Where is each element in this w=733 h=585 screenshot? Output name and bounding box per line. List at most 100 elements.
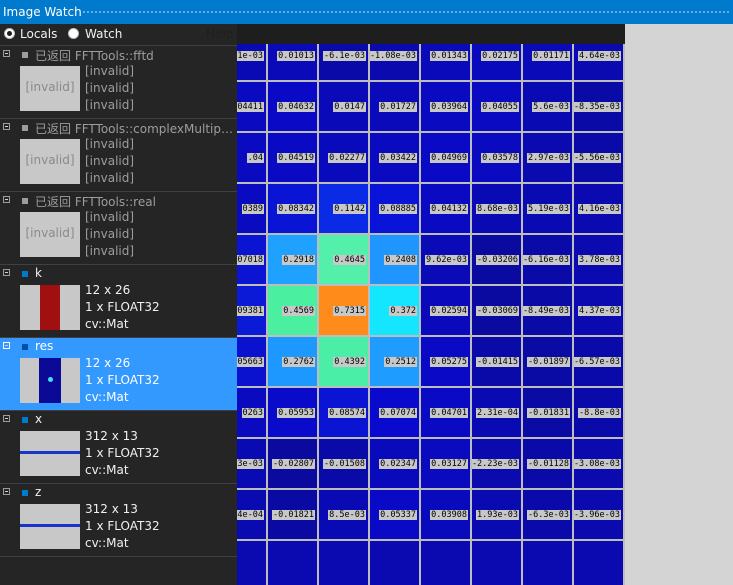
pixel-cell[interactable]: 04411 <box>237 82 268 133</box>
pixel-cell[interactable]: -6.57e-03 <box>574 337 625 388</box>
pixel-cell[interactable]: 05663 <box>237 337 268 388</box>
pixel-cell[interactable]: 0.2762 <box>268 337 319 388</box>
pixel-cell[interactable]: 0.4645 <box>319 235 370 286</box>
thumbnail[interactable] <box>20 285 80 330</box>
pixel-cell[interactable]: 0.04132 <box>421 184 472 235</box>
pixel-cell[interactable]: -0.01508 <box>319 439 370 490</box>
pixel-cell[interactable]: 09381 <box>237 286 268 337</box>
pixel-cell[interactable]: 0.01343 <box>421 44 472 82</box>
pixel-cell[interactable]: 0.03964 <box>421 82 472 133</box>
pixel-cell[interactable]: 0.02175 <box>472 44 523 82</box>
thumbnail[interactable] <box>20 358 80 403</box>
pixel-cell[interactable]: -0.01821 <box>268 490 319 541</box>
pixel-cell[interactable]: 0.04519 <box>268 133 319 184</box>
pixel-cell[interactable]: -8.35e-03 <box>574 82 625 133</box>
pixel-cell[interactable] <box>523 541 574 585</box>
locals-radio[interactable] <box>4 28 15 39</box>
pixel-cell[interactable]: 2.97e-03 <box>523 133 574 184</box>
pixel-cell[interactable]: 3e-03 <box>237 439 268 490</box>
pixel-cell[interactable]: 0.7315 <box>319 286 370 337</box>
pixel-cell[interactable]: 1.93e-03 <box>472 490 523 541</box>
pixel-cell[interactable]: 0.08342 <box>268 184 319 235</box>
pixel-cell[interactable]: 8.68e-03 <box>472 184 523 235</box>
help-link[interactable]: Help <box>206 27 233 41</box>
pixel-cell[interactable]: 4.16e-03 <box>574 184 625 235</box>
pixel-cell[interactable]: -3.08e-03 <box>574 439 625 490</box>
title-bar-grip[interactable] <box>82 10 729 14</box>
pixel-cell[interactable]: 0.04969 <box>421 133 472 184</box>
pixel-cell[interactable]: -0.01128 <box>523 439 574 490</box>
list-item-x[interactable]: x 312 x 13 1 x FLOAT32 cv::Mat <box>0 411 237 484</box>
pixel-cell[interactable]: 0.04701 <box>421 388 472 439</box>
pixel-cell[interactable]: 0.08885 <box>370 184 421 235</box>
watch-label[interactable]: Watch <box>85 27 122 41</box>
pixel-cell[interactable]: 3.78e-03 <box>574 235 625 286</box>
pixel-cell[interactable]: -0.01897 <box>523 337 574 388</box>
pixel-cell[interactable]: 0.01727 <box>370 82 421 133</box>
pixel-cell[interactable] <box>370 541 421 585</box>
pixel-cell[interactable]: 0.04632 <box>268 82 319 133</box>
thumbnail[interactable] <box>20 504 80 549</box>
pixel-cell[interactable]: -0.03069 <box>472 286 523 337</box>
collapse-toggle[interactable] <box>3 196 10 203</box>
pixel-cell[interactable]: -0.01831 <box>523 388 574 439</box>
pixel-cell[interactable]: 0.08574 <box>319 388 370 439</box>
pixel-cell[interactable]: .04 <box>237 133 268 184</box>
pixel-cell[interactable]: -3.96e-03 <box>574 490 625 541</box>
pixel-cell[interactable] <box>319 541 370 585</box>
pixel-viewer[interactable]: 1e-03 0.01013 -6.1e-03 -1.08e-03 0.01343 0.02… <box>237 44 625 585</box>
pixel-cell[interactable]: 0.05275 <box>421 337 472 388</box>
pixel-cell[interactable]: 0.01013 <box>268 44 319 82</box>
pixel-cell[interactable]: 8.5e-03 <box>319 490 370 541</box>
pixel-cell[interactable]: 0.2408 <box>370 235 421 286</box>
pixel-cell[interactable] <box>472 541 523 585</box>
pixel-cell[interactable]: 0.05337 <box>370 490 421 541</box>
pixel-cell[interactable]: -6.16e-03 <box>523 235 574 286</box>
pixel-cell[interactable]: 0.1142 <box>319 184 370 235</box>
pixel-cell[interactable] <box>574 541 625 585</box>
pixel-cell[interactable]: 5.6e-03 <box>523 82 574 133</box>
pixel-cell[interactable]: -0.01415 <box>472 337 523 388</box>
list-item-fftd[interactable]: 已返回 FFTTools::fftd [invalid] [invalid] [… <box>0 46 237 119</box>
pixel-cell[interactable]: 0.02594 <box>421 286 472 337</box>
pixel-cell[interactable]: 0389 <box>237 184 268 235</box>
locals-label[interactable]: Locals <box>20 27 57 41</box>
pixel-cell[interactable] <box>268 541 319 585</box>
list-item-real[interactable]: 已返回 FFTTools::real [invalid] [invalid] [… <box>0 192 237 265</box>
pixel-cell[interactable]: 5.19e-03 <box>523 184 574 235</box>
watch-radio[interactable] <box>68 28 79 39</box>
pixel-cell[interactable]: 0.2512 <box>370 337 421 388</box>
pixel-cell[interactable]: 0.04055 <box>472 82 523 133</box>
pixel-cell[interactable]: -5.56e-03 <box>574 133 625 184</box>
pixel-cell[interactable]: -2.23e-03 <box>472 439 523 490</box>
thumbnail[interactable]: [invalid] <box>20 66 80 111</box>
pixel-cell[interactable]: 0.0147 <box>319 82 370 133</box>
pixel-cell[interactable]: -1.08e-03 <box>370 44 421 82</box>
pixel-cell[interactable]: 0.03578 <box>472 133 523 184</box>
pixel-cell[interactable]: 0.2918 <box>268 235 319 286</box>
pixel-cell[interactable]: 0.03908 <box>421 490 472 541</box>
pixel-cell[interactable]: 0.07074 <box>370 388 421 439</box>
thumbnail[interactable]: [invalid] <box>20 212 80 257</box>
pixel-cell[interactable]: 0.02347 <box>370 439 421 490</box>
list-item-res[interactable]: res 12 x 26 1 x FLOAT32 cv::Mat <box>0 338 237 411</box>
pixel-cell[interactable]: 0263 <box>237 388 268 439</box>
pixel-cell[interactable]: -6.3e-03 <box>523 490 574 541</box>
pixel-cell[interactable]: -8.49e-03 <box>523 286 574 337</box>
pixel-cell[interactable]: -6.1e-03 <box>319 44 370 82</box>
pixel-cell[interactable]: 0.02277 <box>319 133 370 184</box>
pixel-cell[interactable] <box>237 541 268 585</box>
collapse-toggle[interactable] <box>3 342 10 349</box>
pixel-cell[interactable]: 0.4392 <box>319 337 370 388</box>
pixel-cell[interactable]: 4.37e-03 <box>574 286 625 337</box>
list-item-complex-multiplication[interactable]: 已返回 FFTTools::complexMultiplication [inv… <box>0 119 237 192</box>
pixel-cell[interactable]: -8.8e-03 <box>574 388 625 439</box>
pixel-cell[interactable]: 0.4569 <box>268 286 319 337</box>
pixel-cell[interactable]: 0.03127 <box>421 439 472 490</box>
pixel-cell[interactable]: 0.01171 <box>523 44 574 82</box>
pixel-cell[interactable]: 0.372 <box>370 286 421 337</box>
collapse-toggle[interactable] <box>3 50 10 57</box>
pixel-cell[interactable]: 07018 <box>237 235 268 286</box>
list-item-z[interactable]: z 312 x 13 1 x FLOAT32 cv::Mat <box>0 484 237 557</box>
pixel-cell[interactable]: -0.03206 <box>472 235 523 286</box>
